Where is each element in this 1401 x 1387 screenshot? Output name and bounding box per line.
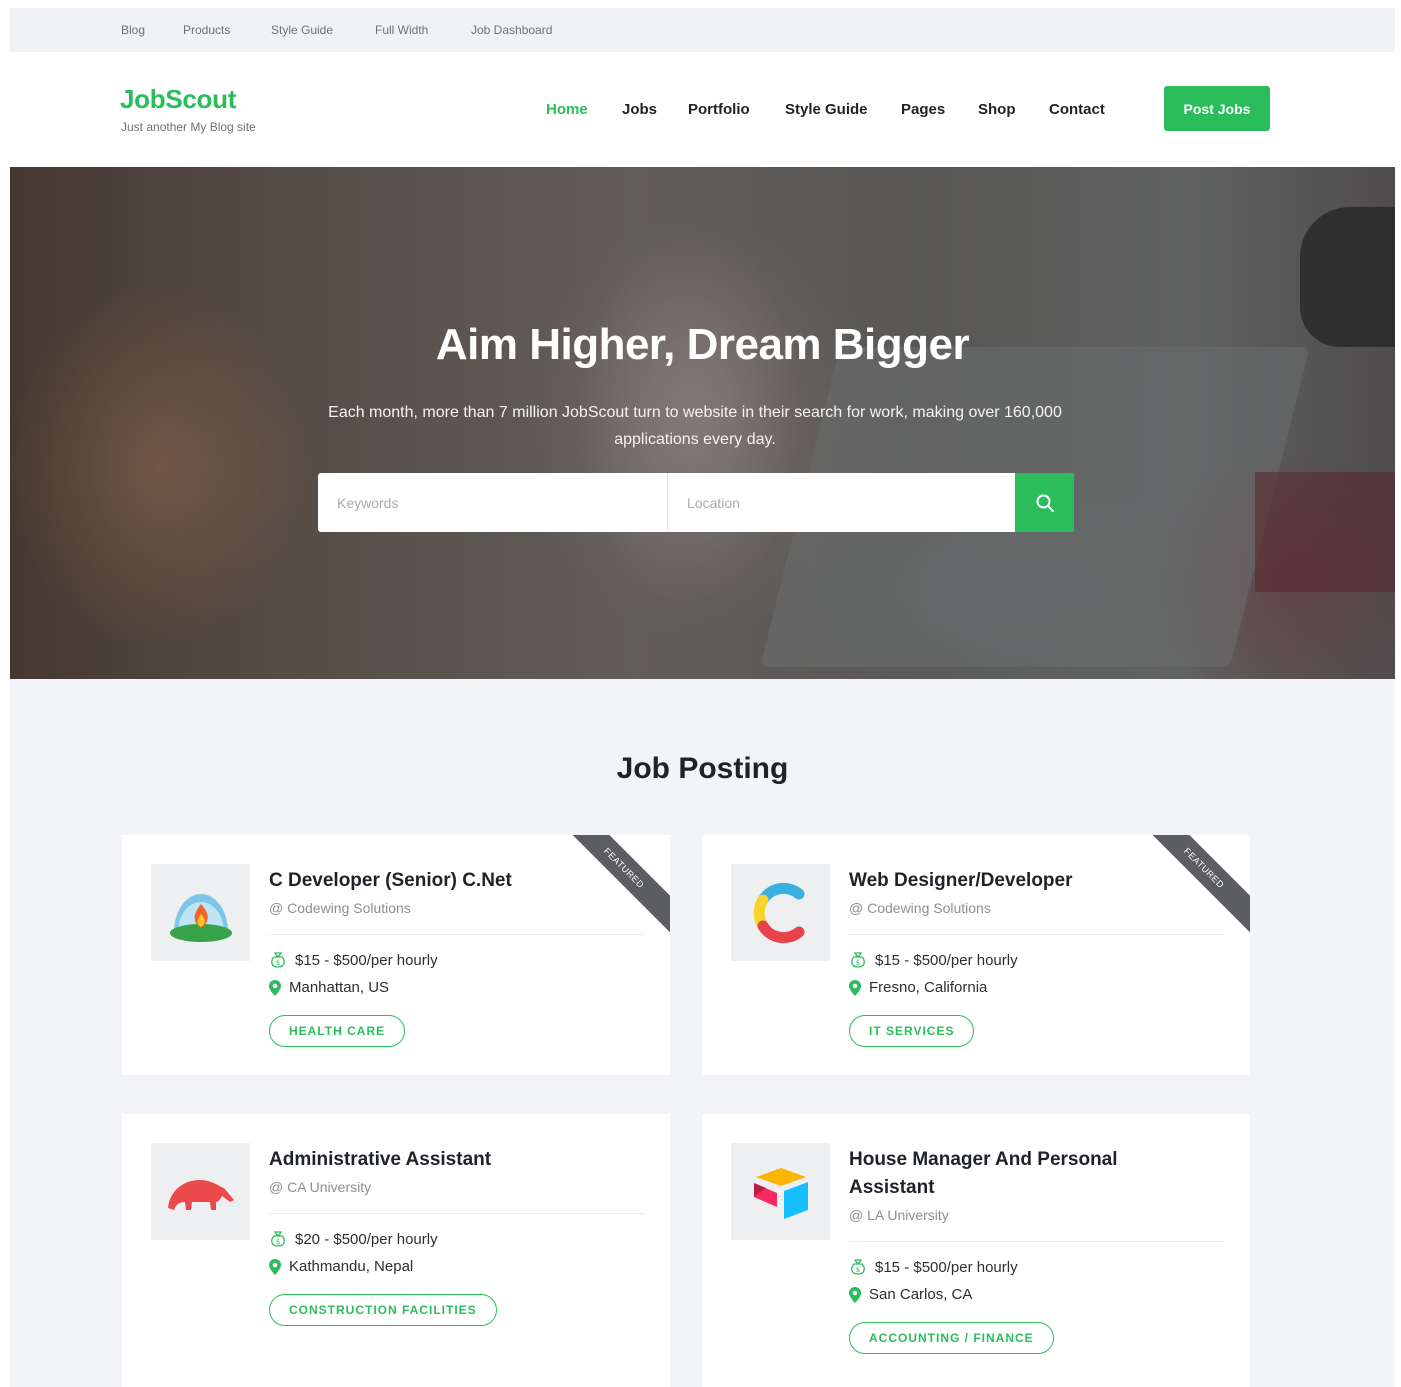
job-card[interactable]: House Manager And Personal Assistant @ L… xyxy=(702,1114,1250,1387)
job-title[interactable]: Administrative Assistant xyxy=(269,1146,619,1174)
site-tagline: Just another My Blog site xyxy=(121,120,256,134)
location-text: Kathmandu, Nepal xyxy=(289,1258,414,1275)
company-logo xyxy=(151,1143,250,1240)
card-divider xyxy=(269,934,645,935)
location-input[interactable] xyxy=(668,473,1015,532)
salary-row: $ $15 - $500/per hourly xyxy=(849,951,1018,969)
card-divider xyxy=(269,1213,645,1214)
topbar-link-full-width[interactable]: Full Width xyxy=(375,23,428,37)
location-row: San Carlos, CA xyxy=(849,1286,972,1303)
anteater-icon xyxy=(167,1179,234,1210)
topbar-link-products[interactable]: Products xyxy=(183,23,230,37)
hero-banner: Aim Higher, Dream Bigger Each month, mor… xyxy=(10,167,1395,679)
hero-title: Aim Higher, Dream Bigger xyxy=(435,320,970,369)
salary-text: $15 - $500/per hourly xyxy=(295,951,438,969)
topbar-link-blog[interactable]: Blog xyxy=(121,23,145,37)
map-pin-icon xyxy=(269,1258,281,1275)
svg-text:$: $ xyxy=(276,959,280,967)
site-header: JobScout Just another My Blog site Home … xyxy=(10,52,1395,167)
job-card[interactable]: FEATURED Web Designer/Developer @ Codewi… xyxy=(702,835,1250,1075)
company-name: @ Codewing Solutions xyxy=(269,900,411,916)
location-text: Fresno, California xyxy=(869,979,988,996)
money-bag-icon: $ xyxy=(271,952,285,968)
site-logo[interactable]: JobScout xyxy=(120,84,236,115)
map-pin-icon xyxy=(849,979,861,996)
money-bag-icon: $ xyxy=(271,1231,285,1247)
money-bag-icon: $ xyxy=(851,1259,865,1275)
money-bag-icon: $ xyxy=(851,952,865,968)
company-name: @ Codewing Solutions xyxy=(849,900,991,916)
nav-item-portfolio[interactable]: Portfolio xyxy=(688,101,750,118)
job-title[interactable]: Web Designer/Developer xyxy=(849,867,1199,895)
card-divider xyxy=(849,934,1225,935)
job-card[interactable]: FEATURED C Developer (Senior) C.Net @ Co… xyxy=(122,835,670,1075)
company-logo xyxy=(151,864,250,961)
location-text: San Carlos, CA xyxy=(869,1286,973,1303)
job-card[interactable]: Administrative Assistant @ CA University… xyxy=(122,1114,670,1387)
search-icon xyxy=(1036,494,1054,512)
company-name: @ LA University xyxy=(849,1207,949,1223)
card-divider xyxy=(849,1241,1225,1242)
keywords-input[interactable] xyxy=(318,473,667,532)
search-button[interactable] xyxy=(1015,473,1074,532)
section-title: Job Posting xyxy=(616,752,789,785)
svg-text:$: $ xyxy=(856,1266,860,1274)
company-logo xyxy=(731,864,830,961)
location-row: Manhattan, US xyxy=(269,979,389,996)
location-text: Manhattan, US xyxy=(289,979,390,996)
topbar-link-style-guide[interactable]: Style Guide xyxy=(271,23,333,37)
job-search-bar xyxy=(318,473,1074,532)
topbar-link-job-dashboard[interactable]: Job Dashboard xyxy=(471,23,552,37)
category-tag[interactable]: IT SERVICES xyxy=(849,1015,975,1047)
salary-text: $20 - $500/per hourly xyxy=(295,1230,438,1248)
svg-text:$: $ xyxy=(276,1238,280,1246)
category-tag[interactable]: ACCOUNTING / FINANCE xyxy=(849,1322,1054,1354)
location-row: Fresno, California xyxy=(849,979,987,996)
airtable-box-icon xyxy=(753,1167,808,1219)
nav-item-home[interactable]: Home xyxy=(546,101,588,118)
multicolor-c-icon xyxy=(753,882,804,943)
company-name: @ CA University xyxy=(269,1179,372,1195)
page-frame: Blog Products Style Guide Full Width Job… xyxy=(10,8,1395,1387)
category-tag[interactable]: HEALTH CARE xyxy=(269,1015,406,1047)
nav-item-jobs[interactable]: Jobs xyxy=(622,101,657,118)
job-title[interactable]: C Developer (Senior) C.Net xyxy=(269,867,619,895)
location-row: Kathmandu, Nepal xyxy=(269,1258,413,1275)
salary-row: $ $15 - $500/per hourly xyxy=(849,1258,1018,1276)
nav-item-pages[interactable]: Pages xyxy=(901,101,945,118)
nav-item-style-guide[interactable]: Style Guide xyxy=(785,101,868,118)
salary-text: $15 - $500/per hourly xyxy=(875,951,1018,969)
job-title[interactable]: House Manager And Personal Assistant xyxy=(849,1146,1199,1202)
company-logo xyxy=(731,1143,830,1240)
nav-item-shop[interactable]: Shop xyxy=(978,101,1016,118)
hero-subtitle: Each month, more than 7 million JobScout… xyxy=(328,404,1062,448)
salary-text: $15 - $500/per hourly xyxy=(875,1258,1018,1276)
svg-text:$: $ xyxy=(856,959,860,967)
map-pin-icon xyxy=(849,1286,861,1303)
salary-row: $ $20 - $500/per hourly xyxy=(269,1230,438,1248)
nav-item-contact[interactable]: Contact xyxy=(1049,101,1105,118)
campfire-dome-icon xyxy=(169,893,232,942)
post-jobs-button[interactable]: Post Jobs xyxy=(1164,86,1270,131)
map-pin-icon xyxy=(269,979,281,996)
category-tag[interactable]: CONSTRUCTION FACILITIES xyxy=(269,1294,497,1326)
top-utility-bar: Blog Products Style Guide Full Width Job… xyxy=(10,8,1395,52)
salary-row: $ $15 - $500/per hourly xyxy=(269,951,438,969)
